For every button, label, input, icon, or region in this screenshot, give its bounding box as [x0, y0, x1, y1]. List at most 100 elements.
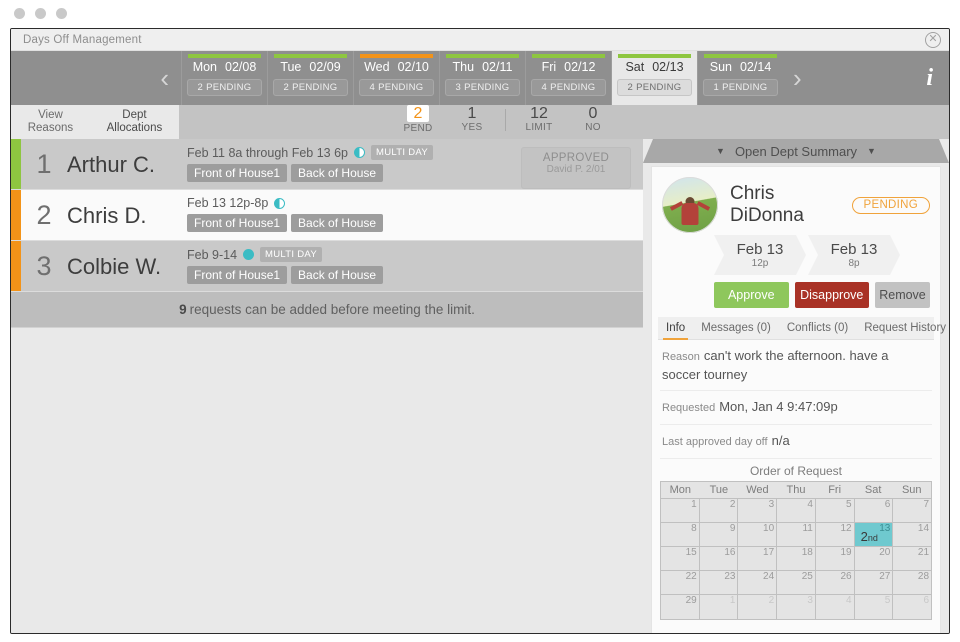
- prev-week-button[interactable]: ‹: [11, 51, 181, 105]
- calendar-day-cell[interactable]: 4: [777, 499, 816, 522]
- calendar-day-number: 14: [917, 523, 930, 534]
- day-tab-tue[interactable]: Tue 02/09 2 PENDING: [267, 51, 353, 105]
- view-tab-line2: Reasons: [27, 122, 74, 134]
- calendar-day-cell[interactable]: 23: [699, 571, 739, 594]
- calendar-day-cell[interactable]: 1: [661, 499, 700, 522]
- dept-chip-group: Front of House1 Back of House: [187, 164, 521, 182]
- end-date-chevron: Feb 13 8p: [808, 235, 900, 275]
- calendar-day-cell[interactable]: 9: [699, 523, 739, 546]
- calendar-day-cell[interactable]: 29: [661, 595, 700, 619]
- table-row[interactable]: 2 Chris D. Feb 13 12p-8p Front of House1 Bac…: [11, 190, 643, 241]
- approve-button[interactable]: Approve: [714, 282, 789, 308]
- day-tab-wed[interactable]: Wed 02/10 4 PENDING: [353, 51, 439, 105]
- calendar-day-cell[interactable]: 13 2nd: [854, 523, 894, 546]
- calendar-day-cell[interactable]: 24: [738, 571, 778, 594]
- day-tab-status-cap: [274, 54, 347, 58]
- day-tab-dow: Fri: [541, 60, 557, 74]
- calendar-weekday: Mon: [669, 484, 691, 496]
- calendar-day-cell[interactable]: 19: [815, 547, 855, 570]
- stat-yes: 1 YES: [445, 105, 499, 133]
- dept-chip[interactable]: Back of House: [291, 214, 384, 232]
- row-status-bar: [11, 190, 21, 240]
- info-field-value: n/a: [771, 433, 790, 448]
- calendar-day-number: 23: [724, 571, 736, 582]
- dept-chip-group: Front of House1 Back of House: [187, 266, 643, 284]
- start-date-chevron: Feb 13 12p: [714, 235, 806, 275]
- calendar-day-cell[interactable]: 22: [661, 571, 700, 594]
- day-tab-mon[interactable]: Mon 02/08 2 PENDING: [181, 51, 267, 105]
- request-list-panel: 1 Arthur C. Feb 11 8a through Feb 13 6p MUL…: [11, 139, 643, 633]
- request-date-range: Feb 11 8a through Feb 13 6p: [187, 145, 348, 160]
- calendar-day-cell[interactable]: 21: [893, 547, 932, 570]
- day-tab-dow: Tue: [280, 60, 302, 74]
- open-dept-summary-button[interactable]: ▼ Open Dept Summary ▼: [643, 139, 949, 163]
- day-tab-sat[interactable]: Sat 02/13 2 PENDING: [611, 51, 697, 105]
- open-dept-summary-label: Open Dept Summary: [734, 143, 858, 159]
- info-field-key: Requested: [662, 402, 716, 414]
- remove-button[interactable]: Remove: [875, 282, 930, 308]
- calendar-day-cell[interactable]: 5: [854, 595, 894, 619]
- detail-tabs: Info Messages (0) Conflicts (0) Request His…: [658, 317, 946, 340]
- calendar-day-cell[interactable]: 1: [699, 595, 739, 619]
- table-row[interactable]: 1 Arthur C. Feb 11 8a through Feb 13 6p MUL…: [11, 139, 643, 190]
- calendar-day-cell[interactable]: 6: [854, 499, 894, 522]
- calendar-day-cell[interactable]: 18: [777, 547, 816, 570]
- disapprove-button[interactable]: Disapprove: [794, 282, 869, 308]
- calendar-day-cell[interactable]: 25: [777, 571, 816, 594]
- detail-tab-conflicts[interactable]: Conflicts (0): [779, 317, 856, 339]
- detail-tab-info[interactable]: Info: [658, 317, 693, 340]
- day-tab-thu[interactable]: Thu 02/11 3 PENDING: [439, 51, 525, 105]
- day-tab-sun[interactable]: Sun 02/14 1 PENDING: [697, 51, 783, 105]
- calendar-day-cell[interactable]: 20: [854, 547, 894, 570]
- calendar-day-cell[interactable]: 6: [893, 595, 932, 619]
- request-employee-name: Chris D.: [67, 203, 147, 228]
- limit-text: requests can be added before meeting the…: [189, 302, 475, 317]
- stat-value: 2: [413, 105, 423, 122]
- view-tab-dept[interactable]: Dept Allocations: [98, 107, 170, 146]
- day-tab-date: 02/12: [564, 60, 596, 74]
- calendar-day-cell[interactable]: 2: [738, 595, 778, 619]
- calendar-day-cell[interactable]: 2: [699, 499, 739, 522]
- approved-badge-title: APPROVED: [542, 152, 610, 164]
- calendar-day-cell[interactable]: 11: [777, 523, 816, 546]
- calendar-day-number: 9: [729, 523, 736, 534]
- dept-chip[interactable]: Front of House1: [187, 164, 288, 182]
- calendar-day-cell[interactable]: 8: [661, 523, 700, 546]
- avatar: [662, 177, 718, 233]
- calendar-day-cell[interactable]: 28: [893, 571, 932, 594]
- calendar-day-cell[interactable]: 26: [815, 571, 855, 594]
- calendar-day-cell[interactable]: 16: [699, 547, 739, 570]
- calendar-day-cell[interactable]: 17: [738, 547, 778, 570]
- limit-count: 9: [179, 302, 187, 317]
- calendar-day-cell[interactable]: 27: [854, 571, 894, 594]
- dept-chip[interactable]: Front of House1: [187, 266, 288, 284]
- day-tab-dow: Sat: [625, 60, 645, 74]
- view-tab-view[interactable]: View Reasons: [24, 107, 77, 137]
- detail-tab-messages[interactable]: Messages (0): [693, 317, 779, 339]
- calendar-day-number: 15: [685, 547, 697, 558]
- half-day-icon: [274, 197, 286, 209]
- detail-tab-request-history[interactable]: Request History: [856, 317, 949, 339]
- dept-chip[interactable]: Back of House: [291, 266, 384, 284]
- dept-chip[interactable]: Back of House: [291, 164, 384, 182]
- day-tab-fri[interactable]: Fri 02/12 4 PENDING: [525, 51, 611, 105]
- next-week-button[interactable]: ›: [783, 51, 835, 105]
- table-row[interactable]: 3 Colbie W. Feb 9-14 MULTI DAY Front of Hous…: [11, 241, 643, 292]
- calendar-day-cell[interactable]: 7: [893, 499, 932, 522]
- row-status-bar: [11, 241, 21, 291]
- calendar-day-cell[interactable]: 3: [738, 499, 778, 522]
- avatar-torso: [681, 203, 699, 226]
- calendar-day-cell[interactable]: 5: [815, 499, 855, 522]
- calendar-day-cell[interactable]: 10: [738, 523, 778, 546]
- day-tab-date: 02/13: [652, 60, 684, 74]
- calendar-day-cell[interactable]: 4: [815, 595, 855, 619]
- calendar-day-cell[interactable]: 14: [893, 523, 932, 546]
- action-buttons: Approve Disapprove Remove: [652, 275, 940, 308]
- close-icon[interactable]: ✕: [925, 31, 941, 48]
- calendar-day-cell[interactable]: 3: [777, 595, 816, 619]
- info-icon[interactable]: i: [926, 65, 933, 92]
- dept-chip[interactable]: Front of House1: [187, 214, 288, 232]
- calendar-day-cell[interactable]: 12: [815, 523, 855, 546]
- day-tab-dow: Wed: [364, 60, 390, 74]
- calendar-day-cell[interactable]: 15: [661, 547, 700, 570]
